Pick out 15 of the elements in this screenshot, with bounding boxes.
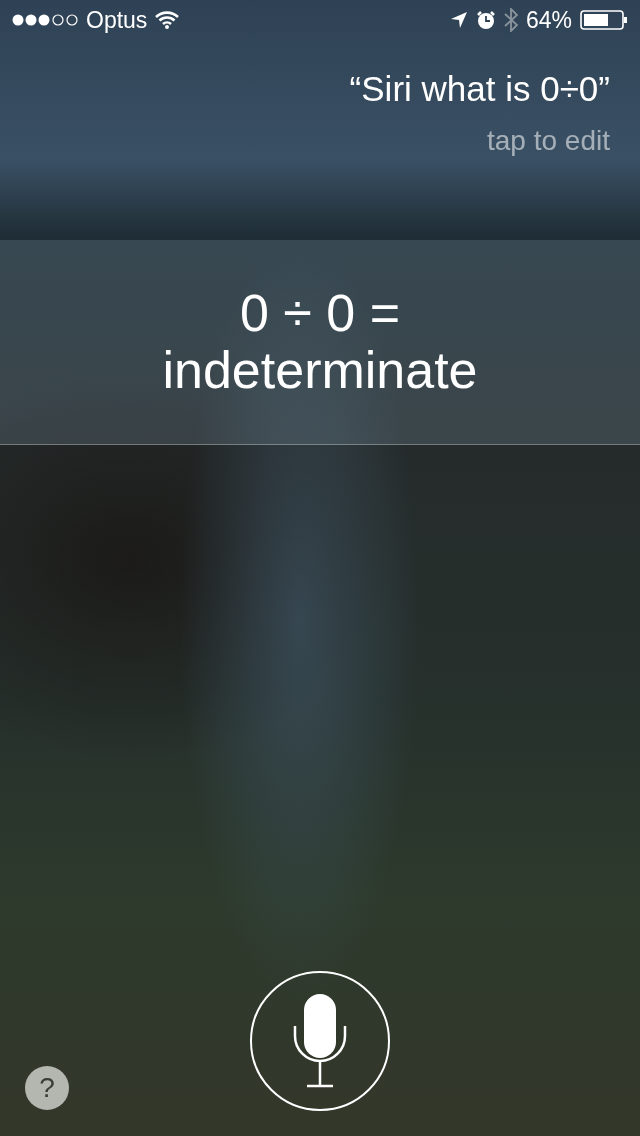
carrier-name: Optus [86,5,148,35]
bluetooth-icon [503,8,518,32]
answer-line: indeterminate [162,342,478,400]
wifi-icon [155,11,180,29]
microphone-button[interactable] [250,971,390,1111]
signal-icon [12,13,78,27]
tap-to-edit-link[interactable]: tap to edit [487,120,610,162]
spoken-query: “Siri what is 0÷0” [349,68,610,110]
help-button[interactable]: ? [25,1066,69,1110]
answer-line: 0 ÷ 0 = [239,284,401,342]
microphone-icon [293,994,347,1088]
battery-percentage: 64% [525,5,572,35]
alarm-clock-icon [475,10,496,30]
battery-icon [580,10,628,30]
location-arrow-icon [449,11,468,29]
